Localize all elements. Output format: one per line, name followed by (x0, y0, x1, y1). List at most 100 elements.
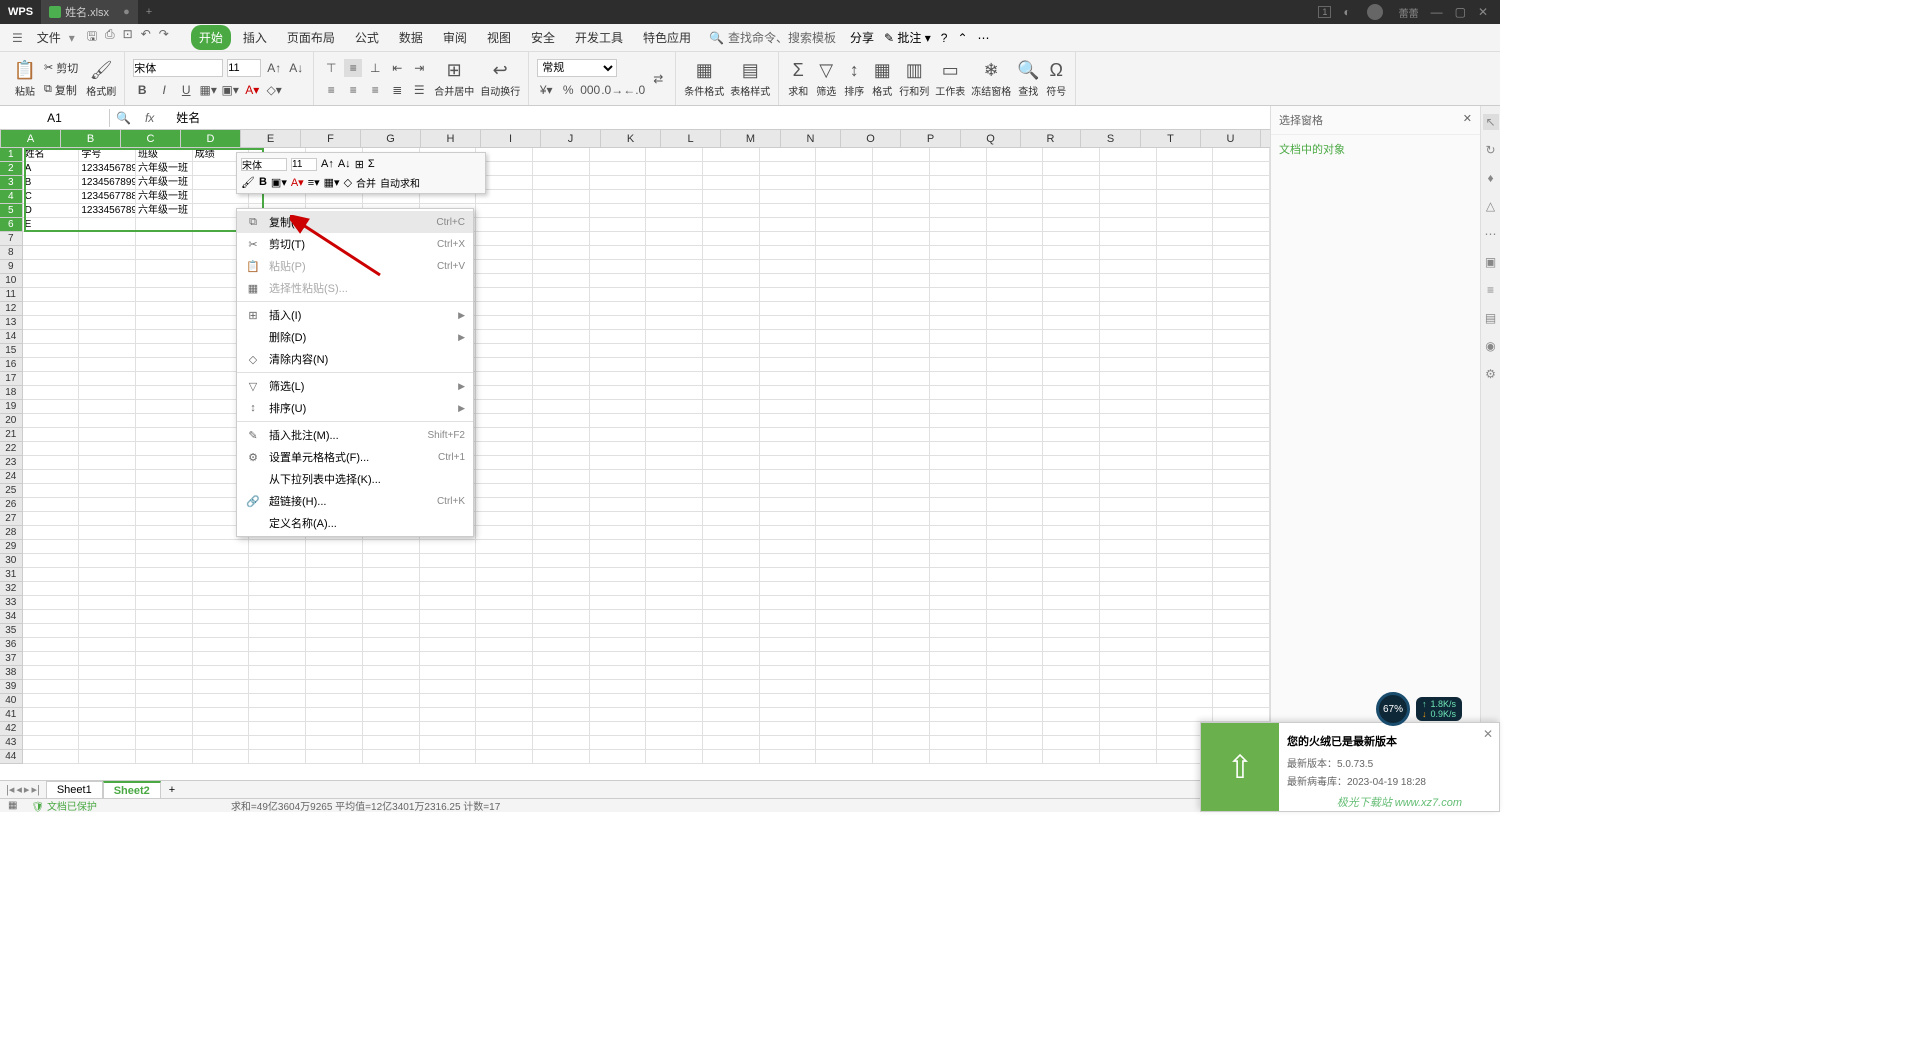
cell[interactable] (476, 596, 533, 610)
cell[interactable] (420, 666, 477, 680)
cell[interactable] (816, 540, 873, 554)
cell[interactable] (816, 302, 873, 316)
col-header-C[interactable]: C (121, 130, 181, 147)
cell[interactable] (703, 302, 760, 316)
cell[interactable] (816, 316, 873, 330)
cell[interactable] (1043, 218, 1100, 232)
cell[interactable] (646, 218, 703, 232)
col-header-F[interactable]: F (301, 130, 361, 147)
cell[interactable] (703, 596, 760, 610)
increase-font-icon[interactable]: A↑ (265, 59, 283, 77)
cell[interactable] (646, 554, 703, 568)
cell[interactable] (930, 176, 987, 190)
cell[interactable]: 六年级一班 (136, 204, 193, 218)
cell[interactable] (1157, 218, 1214, 232)
cell[interactable] (476, 582, 533, 596)
align-center-icon[interactable]: ≡ (344, 81, 362, 99)
cell[interactable] (987, 428, 1044, 442)
cell[interactable] (873, 190, 930, 204)
cell[interactable] (193, 624, 250, 638)
cell[interactable] (590, 344, 647, 358)
cell[interactable] (646, 722, 703, 736)
cell[interactable] (703, 750, 760, 764)
cell[interactable] (1213, 344, 1270, 358)
cell[interactable] (1043, 190, 1100, 204)
cell[interactable] (1100, 316, 1157, 330)
cell[interactable] (1100, 484, 1157, 498)
cell[interactable] (420, 582, 477, 596)
cell[interactable] (1043, 470, 1100, 484)
cell[interactable] (476, 526, 533, 540)
command-search[interactable]: 🔍 查找命令、搜索模板 (709, 29, 836, 46)
cell[interactable] (533, 316, 590, 330)
cell[interactable] (23, 554, 80, 568)
cell[interactable] (533, 218, 590, 232)
cell[interactable] (590, 708, 647, 722)
cell[interactable] (760, 540, 817, 554)
cell[interactable] (1157, 456, 1214, 470)
cell[interactable] (1100, 302, 1157, 316)
cell[interactable] (1157, 666, 1214, 680)
cell[interactable] (136, 680, 193, 694)
row-header[interactable]: 23 (0, 456, 23, 470)
cell[interactable] (930, 456, 987, 470)
cell[interactable] (930, 148, 987, 162)
row-header[interactable]: 29 (0, 540, 23, 554)
cell[interactable] (79, 260, 136, 274)
tab-start[interactable]: 开始 (191, 25, 231, 50)
cell[interactable] (646, 456, 703, 470)
cell[interactable] (533, 582, 590, 596)
decrease-font-icon[interactable]: A↓ (287, 59, 305, 77)
cell[interactable] (930, 246, 987, 260)
cell[interactable] (760, 694, 817, 708)
cell[interactable] (590, 246, 647, 260)
cell[interactable] (590, 540, 647, 554)
cell[interactable] (306, 540, 363, 554)
cell[interactable] (1100, 232, 1157, 246)
cell[interactable] (816, 204, 873, 218)
filter-button[interactable]: ▽筛选 (815, 59, 837, 98)
cell[interactable] (249, 540, 306, 554)
cell[interactable] (193, 666, 250, 680)
cell[interactable] (873, 456, 930, 470)
cell[interactable] (533, 344, 590, 358)
cell[interactable] (533, 288, 590, 302)
cell[interactable] (79, 638, 136, 652)
context-menu-item[interactable]: ↕排序(U)▶ (237, 397, 473, 419)
cell[interactable] (590, 148, 647, 162)
cell[interactable] (1213, 316, 1270, 330)
cell[interactable] (816, 162, 873, 176)
cell[interactable] (249, 624, 306, 638)
cell[interactable] (590, 512, 647, 526)
cell[interactable] (363, 610, 420, 624)
cell[interactable] (1213, 694, 1270, 708)
save-icon[interactable]: 🖫 (87, 27, 97, 48)
cell[interactable] (816, 610, 873, 624)
cell[interactable] (1213, 498, 1270, 512)
cell[interactable] (420, 722, 477, 736)
notif-close-button[interactable]: ✕ (1483, 727, 1493, 741)
find-button[interactable]: 🔍查找 (1017, 59, 1039, 98)
row-header[interactable]: 5 (0, 204, 23, 218)
cell[interactable] (873, 568, 930, 582)
cell[interactable] (23, 722, 80, 736)
cell[interactable] (1157, 526, 1214, 540)
cell[interactable] (1157, 386, 1214, 400)
border-icon[interactable]: ▦▾ (199, 81, 217, 99)
context-menu-item[interactable]: 删除(D)▶ (237, 326, 473, 348)
row-header[interactable]: 9 (0, 260, 23, 274)
cell[interactable] (760, 414, 817, 428)
cell[interactable] (79, 246, 136, 260)
cell[interactable] (590, 316, 647, 330)
cell[interactable] (987, 484, 1044, 498)
cell[interactable] (1157, 484, 1214, 498)
cell[interactable] (136, 246, 193, 260)
cell[interactable] (930, 232, 987, 246)
cell[interactable] (703, 512, 760, 526)
cell[interactable] (703, 246, 760, 260)
row-header[interactable]: 43 (0, 736, 23, 750)
cell[interactable] (1100, 386, 1157, 400)
cell[interactable] (533, 260, 590, 274)
cell[interactable] (590, 358, 647, 372)
cell[interactable] (136, 610, 193, 624)
